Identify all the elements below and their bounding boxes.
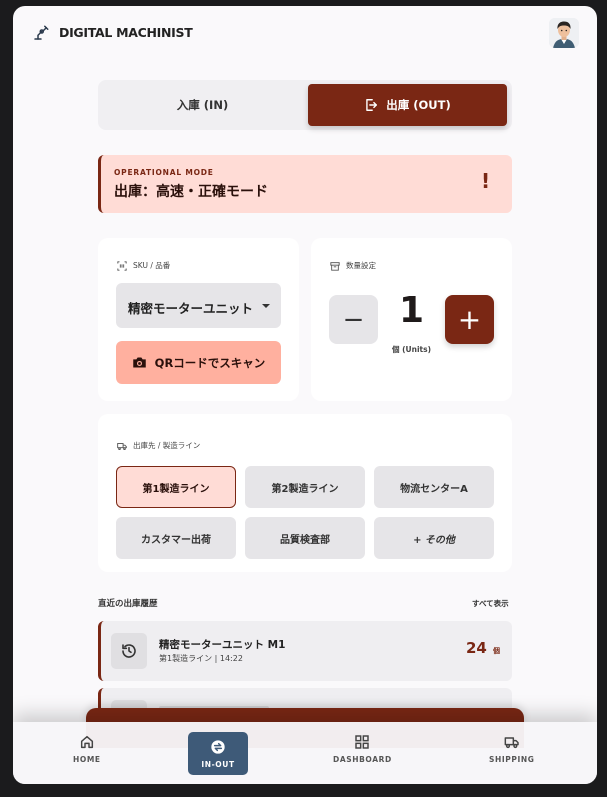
sku-card: SKU / 品番 精密モーターユニット M1 QRコードでスキャン bbox=[98, 238, 299, 401]
nav-in-out[interactable]: IN-OUT bbox=[188, 732, 248, 775]
destination-line-2[interactable]: 第2製造ライン bbox=[245, 466, 365, 508]
avatar-illustration bbox=[549, 18, 579, 48]
sku-label: SKU / 品番 bbox=[117, 260, 170, 271]
destination-label: 出庫先 / 製造ライン bbox=[117, 440, 200, 451]
qr-scan-label: QRコードでスキャン bbox=[154, 355, 266, 370]
destination-logistics-a[interactable]: 物流センターA bbox=[374, 466, 494, 508]
nav-shipping-label: SHIPPING bbox=[489, 755, 535, 764]
tab-out[interactable]: 出庫 (OUT) bbox=[308, 84, 507, 126]
quantity-label-text: 数量設定 bbox=[346, 261, 376, 270]
sku-label-text: SKU / 品番 bbox=[133, 261, 171, 270]
in-out-toggle: 入庫 (IN) 出庫 (OUT) bbox=[98, 80, 512, 130]
destination-other[interactable]: + その他 bbox=[374, 517, 494, 559]
quantity-unit: 個 (Units) bbox=[391, 345, 432, 354]
app-header: DIGITAL MACHINIST bbox=[13, 6, 597, 60]
nav-shipping[interactable]: SHIPPING bbox=[489, 734, 535, 764]
destination-line-1[interactable]: 第1製造ライン bbox=[116, 466, 236, 508]
tab-in[interactable]: 入庫 (IN) bbox=[98, 80, 307, 130]
chevron-down-icon bbox=[262, 304, 270, 308]
nav-dashboard-label: DASHBOARD bbox=[333, 755, 392, 764]
app-frame: DIGITAL MACHINIST 入庫 (IN) 出庫 (OUT) OPERA… bbox=[13, 6, 597, 784]
nav-in-out-label: IN-OUT bbox=[201, 759, 235, 769]
tab-out-label: 出庫 (OUT) bbox=[386, 98, 451, 112]
history-item-name: 精密モーターユニット M1 bbox=[159, 639, 286, 651]
nav-home[interactable]: HOME bbox=[73, 734, 101, 764]
alert-icon: ! bbox=[481, 169, 491, 193]
history-item[interactable]: 精密モーターユニット M1 第1製造ライン | 14:22 24 個 bbox=[98, 621, 512, 681]
sku-select-value: 精密モーターユニット M1 bbox=[128, 301, 254, 316]
view-all-link[interactable]: すべて表示 bbox=[472, 598, 509, 609]
operational-mode-banner: OPERATIONAL MODE 出庫：高速・正確モード ! bbox=[98, 155, 512, 213]
destination-quality[interactable]: 品質検査部 bbox=[245, 517, 365, 559]
history-item-qty: 24 bbox=[466, 639, 487, 657]
user-avatar[interactable] bbox=[549, 18, 579, 48]
quantity-label: 数量設定 bbox=[330, 260, 376, 271]
exit-icon bbox=[366, 99, 378, 111]
bottom-nav: HOME IN-OUT DASHBOARD SHIPPING bbox=[13, 722, 597, 784]
destination-label-text: 出庫先 / 製造ライン bbox=[133, 441, 201, 450]
robot-arm-icon bbox=[34, 25, 49, 40]
quantity-card: 数量設定 − 1 個 (Units) + bbox=[311, 238, 512, 401]
nav-dashboard[interactable]: DASHBOARD bbox=[333, 734, 392, 764]
history-icon bbox=[111, 633, 147, 669]
camera-icon bbox=[132, 357, 146, 368]
nav-home-label: HOME bbox=[73, 755, 101, 764]
destination-customer[interactable]: カスタマー出荷 bbox=[116, 517, 236, 559]
history-item-sub: 第1製造ライン | 14:22 bbox=[159, 654, 243, 663]
home-icon bbox=[80, 735, 93, 749]
destination-card: 出庫先 / 製造ライン 第1製造ライン 第2製造ライン 物流センターA カスタマ… bbox=[98, 414, 512, 572]
quantity-value: 1 bbox=[398, 290, 425, 331]
swap-icon bbox=[211, 739, 225, 754]
truck-icon bbox=[504, 737, 519, 749]
history-item-unit: 個 bbox=[493, 647, 500, 655]
box-icon bbox=[330, 261, 340, 271]
sku-select[interactable]: 精密モーターユニット M1 bbox=[116, 283, 281, 328]
barcode-icon bbox=[117, 260, 127, 271]
truck-small-icon bbox=[117, 442, 127, 450]
quantity-increment-button[interactable]: + bbox=[445, 295, 494, 344]
recent-history-title: 直近の出庫履歴 bbox=[98, 599, 158, 609]
dashboard-icon bbox=[355, 735, 370, 749]
qr-scan-button[interactable]: QRコードでスキャン bbox=[116, 341, 281, 384]
app-title: DIGITAL MACHINIST bbox=[59, 25, 193, 40]
mode-label: OPERATIONAL MODE bbox=[114, 168, 214, 177]
mode-title: 出庫：高速・正確モード bbox=[114, 184, 268, 200]
quantity-decrement-button[interactable]: − bbox=[329, 295, 378, 344]
